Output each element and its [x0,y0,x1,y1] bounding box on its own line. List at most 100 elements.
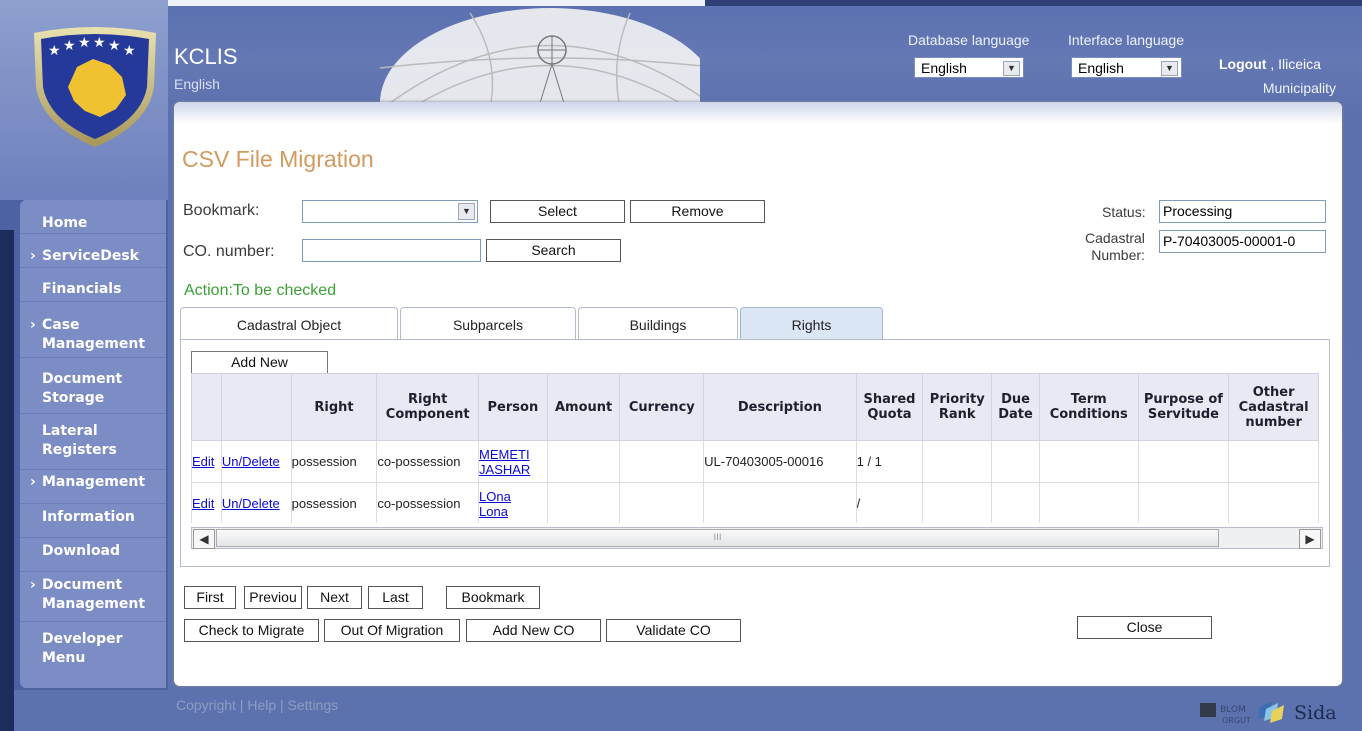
bookmark-select[interactable]: ▼ [302,200,478,223]
svg-text:★: ★ [123,43,136,59]
edit-link[interactable]: Edit [192,496,214,511]
sidebar-item-label: Information [42,509,135,525]
close-button[interactable]: Close [1077,616,1212,639]
horizontal-scrollbar[interactable]: ◀ III ▶ [191,527,1323,549]
sida-logo-icon [1258,701,1284,723]
add-new-co-button[interactable]: Add New CO [466,619,601,642]
select-button[interactable]: Select [490,200,625,223]
remove-button[interactable]: Remove [630,200,765,223]
cadastral-number-field[interactable]: P-70403005-00001-0 [1159,230,1326,253]
column-header-person: Person [478,373,548,441]
blom-logo-text: BLOM [1220,705,1246,715]
purpose-cell [1137,482,1230,523]
previous-button[interactable]: Previou [244,586,302,609]
user-name: , Iliceica [1270,56,1321,72]
column-header-shared-quota: Shared Quota [855,373,924,441]
validate-co-button[interactable]: Validate CO [606,619,741,642]
cadastral-number-label: Cadastral Number: [1085,230,1145,264]
sidebar-item-information[interactable]: Information [20,504,166,538]
column-header-term-conditions: Term Conditions [1038,373,1139,441]
priority-rank-cell [922,482,993,523]
column-header-amount: Amount [546,373,621,441]
add-new-button[interactable]: Add New [191,351,328,374]
priority-rank-cell [922,440,993,483]
sidebar-item-management[interactable]: › Management [20,470,166,504]
sidebar-item-document-storage[interactable]: Document Storage [20,358,166,414]
status-label: Status: [1102,204,1146,220]
out-of-migration-button[interactable]: Out Of Migration [324,619,460,642]
action-status-text: Action:To be checked [184,282,337,299]
sidebar-item-label: Document Storage [42,371,123,406]
co-number-input[interactable] [302,239,481,262]
person-cell: LOna Lona [478,482,548,523]
next-button[interactable]: Next [307,586,362,609]
footer-links[interactable]: Copyright | Help | Settings [176,697,338,713]
check-to-migrate-button[interactable]: Check to Migrate [184,619,319,642]
tab-subparcels[interactable]: Subparcels [400,307,576,339]
main-panel: CSV File Migration Bookmark: ▼ Select Re… [174,102,1342,686]
person-link[interactable]: LOna [480,489,511,504]
undelete-link[interactable]: Un/Delete [222,496,279,511]
edit-link[interactable]: Edit [192,454,214,469]
sidebar-item-label: Case Management [42,317,146,352]
partner-logos: BLOM ORGUT Sida [1200,701,1337,725]
sidebar-item-lateral-registers[interactable]: Lateral Registers [20,414,166,470]
right-cell: possession [290,482,378,523]
interface-language-select[interactable]: English ▼ [1071,57,1182,78]
municipality-label: Municipality [1262,80,1336,96]
sidebar-item-label: Developer Menu [42,631,123,666]
chevron-right-icon: › [30,248,36,264]
due-date-cell [991,482,1040,523]
sidebar-item-home[interactable]: Home [20,200,166,234]
sidebar-item-developer-menu[interactable]: Developer Menu [20,622,166,676]
person-link[interactable]: MEMETI [480,447,530,462]
bookmark-button[interactable]: Bookmark [446,586,540,609]
tab-rights[interactable]: Rights [740,307,883,339]
sidebar-item-label: Lateral Registers [42,423,117,458]
column-header-other-cadastral-number: Other Cadastral number [1228,373,1319,441]
sidebar-item-label: Download [42,543,121,559]
panel-header [174,102,1342,124]
amount-cell [546,482,621,523]
last-button[interactable]: Last [368,586,423,609]
kosovo-emblem-icon: ★ ★ ★ ★ ★ ★ [34,27,156,147]
sidebar-item-financials[interactable]: Financials [20,268,166,302]
sidebar-item-label: ServiceDesk [42,248,139,264]
first-button[interactable]: First [184,586,236,609]
person-link[interactable]: JASHAR [480,462,531,477]
chevron-down-icon[interactable]: ▼ [1003,61,1020,76]
chevron-down-icon[interactable]: ▼ [458,203,475,220]
scrollbar-thumb[interactable]: III [216,529,1219,547]
column-header [220,373,292,441]
status-field[interactable]: Processing [1159,200,1326,223]
sidebar-item-download[interactable]: Download [20,538,166,572]
undelete-link[interactable]: Un/Delete [222,454,279,469]
orgut-logo-text: ORGUT [1222,716,1251,725]
tab-buildings[interactable]: Buildings [578,307,738,339]
scroll-right-arrow-icon[interactable]: ▶ [1299,529,1321,549]
column-header-right-component: Right Component [376,373,480,441]
svg-text:★: ★ [108,38,121,54]
sidebar-item-label: Document Management [42,577,146,612]
database-language-select[interactable]: English ▼ [914,57,1024,78]
chevron-down-icon[interactable]: ▼ [1161,61,1178,76]
description-cell: UL-70403005-00016 [703,440,857,483]
database-language-value: English [921,60,967,76]
shared-quota-cell: 1 / 1 [855,440,924,483]
sidebar-item-document-management[interactable]: › Document Management [20,572,166,622]
sidebar-item-servicedesk[interactable]: › ServiceDesk [20,234,166,268]
currency-cell [619,482,705,523]
column-header-right: Right [290,373,378,441]
logout-link[interactable]: Logout [1219,56,1266,72]
search-button[interactable]: Search [486,239,621,262]
person-link[interactable]: Lona [480,504,508,519]
right-component-cell: co-possession [376,482,480,523]
right-component-cell: co-possession [376,440,480,483]
table-header-row: Right Right Component Person Amount Curr… [191,373,1319,441]
bookmark-label: Bookmark: [183,202,260,219]
tab-cadastral-object[interactable]: Cadastral Object [180,307,398,339]
shared-quota-cell: / [855,482,924,523]
sidebar-item-case-management[interactable]: › Case Management [20,302,166,358]
scroll-left-arrow-icon[interactable]: ◀ [193,529,215,549]
sidebar-item-label: Home [42,215,88,231]
